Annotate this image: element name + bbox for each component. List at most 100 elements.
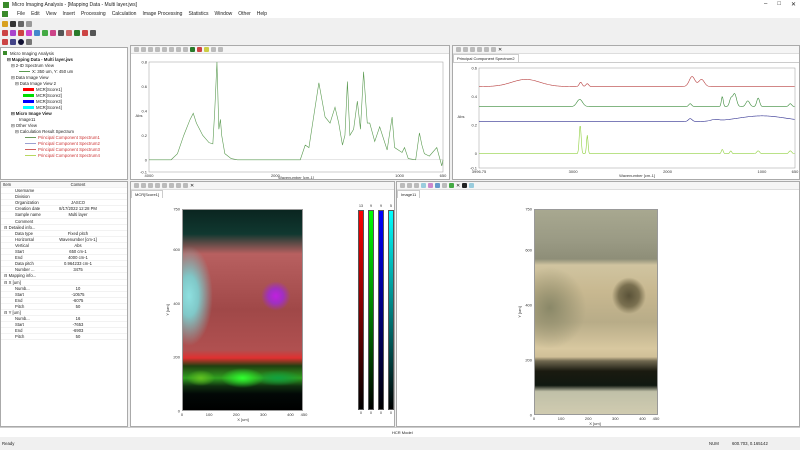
tool-icon[interactable] <box>463 47 468 52</box>
menu-window[interactable]: Window <box>214 11 232 17</box>
zoom-icon[interactable] <box>442 183 447 188</box>
peak-icon[interactable] <box>66 29 72 36</box>
tool-icon[interactable] <box>134 47 139 52</box>
window-icon[interactable] <box>26 38 32 45</box>
grid-icon[interactable] <box>10 38 16 45</box>
process-icon[interactable] <box>2 29 8 36</box>
menu-edit[interactable]: Edit <box>31 11 40 17</box>
tool-icon[interactable] <box>470 47 475 52</box>
property-value: Multi layer <box>68 212 88 218</box>
tool-icon[interactable] <box>462 183 468 188</box>
menu-insert[interactable]: Insert <box>62 11 75 17</box>
property-row[interactable]: Pitch 50 <box>1 334 127 341</box>
menu-view[interactable]: View <box>46 11 57 17</box>
map-toolbar: ✕ <box>131 182 394 190</box>
peak-icon[interactable] <box>74 29 80 36</box>
close-icon[interactable]: ✕ <box>190 183 194 189</box>
tool-icon[interactable] <box>169 183 174 188</box>
property-value <box>53 280 103 285</box>
info-icon[interactable] <box>18 38 24 45</box>
ref-icon[interactable] <box>90 29 96 36</box>
pc-plot[interactable]: 0.60.40.20-0.13996.75 3000 2000 1000 650AbsW… <box>453 62 799 178</box>
tool-icon[interactable] <box>134 183 139 188</box>
tool-icon[interactable] <box>162 47 167 52</box>
tool-icon[interactable] <box>148 47 153 52</box>
zoom-icon[interactable] <box>176 183 181 188</box>
tool-icon[interactable] <box>407 183 412 188</box>
tool-icon[interactable] <box>141 47 146 52</box>
property-value <box>53 188 103 193</box>
tool-icon[interactable] <box>400 183 405 188</box>
tab-map[interactable]: MCR[Score1] <box>131 190 164 198</box>
tool-icon[interactable] <box>428 183 433 188</box>
property-value: 8/17/2022 12:28 PM <box>59 206 97 212</box>
tool-icon[interactable] <box>162 183 167 188</box>
save-icon[interactable] <box>10 20 16 27</box>
undo-icon[interactable] <box>218 47 223 52</box>
tool-icon[interactable] <box>155 47 160 52</box>
tool-icon[interactable] <box>477 47 482 52</box>
tab-pc-spectrum[interactable]: Principal Component Spectrum2 <box>453 54 519 62</box>
tool-icon[interactable] <box>183 183 188 188</box>
y-tick-label: 400 <box>173 301 180 306</box>
menu-help[interactable]: Help <box>257 11 267 17</box>
tool-icon[interactable] <box>469 183 475 188</box>
tool-icon[interactable] <box>414 183 419 188</box>
x-tick-label: 3996.75 <box>472 169 487 174</box>
close-tab-icon[interactable]: ✕ <box>498 47 502 53</box>
move-icon[interactable] <box>211 47 216 52</box>
process-icon[interactable] <box>18 29 24 36</box>
tree-component-4[interactable]: Principal Component Spectrum4 <box>3 153 125 159</box>
peak-icon[interactable] <box>204 47 209 52</box>
x-tick-label: 2000 <box>663 169 673 174</box>
menu-other[interactable]: Other <box>238 11 251 17</box>
tool-icon[interactable] <box>169 47 174 52</box>
menu-calculation[interactable]: Calculation <box>112 11 137 17</box>
spectrum-plot[interactable]: 0.80.60.40.20-0.14000 2000 1000 650AbsWaven… <box>131 54 449 181</box>
colorbar-min-label: 0 <box>380 411 382 415</box>
close-button[interactable]: ✕ <box>791 1 796 8</box>
process-icon[interactable] <box>50 29 56 36</box>
tool-icon[interactable] <box>491 47 496 52</box>
zoom-icon[interactable] <box>176 47 181 52</box>
preview-icon[interactable] <box>26 20 32 27</box>
x-tick-label: 4000 <box>145 173 155 178</box>
process-icon[interactable] <box>34 29 40 36</box>
peak-icon[interactable] <box>197 47 202 52</box>
maximize-button[interactable]: □ <box>777 1 781 8</box>
menu-image-processing[interactable]: Image Processing <box>142 11 182 17</box>
property-key: Data type <box>15 230 33 236</box>
peak-icon[interactable] <box>82 29 88 36</box>
tool-icon[interactable] <box>141 183 146 188</box>
menu-processing[interactable]: Processing <box>81 11 106 17</box>
property-key: ⊟ X [um] <box>4 279 21 285</box>
close-icon[interactable]: ✕ <box>456 183 460 189</box>
process-icon[interactable] <box>10 29 16 36</box>
zoom-icon[interactable] <box>484 47 489 52</box>
property-value: -10575 <box>71 291 85 297</box>
layout-icon[interactable] <box>2 38 8 45</box>
colorbar-max-label: 9 <box>380 204 382 208</box>
minimize-button[interactable]: – <box>764 1 767 8</box>
process-icon[interactable] <box>42 29 48 36</box>
y-tick-label: 200 <box>525 358 532 363</box>
peak-icon[interactable] <box>190 47 195 52</box>
tool-icon[interactable] <box>183 47 188 52</box>
tab-image[interactable]: Image11 <box>397 190 421 198</box>
process-icon[interactable] <box>26 29 32 36</box>
tool-icon[interactable] <box>148 183 153 188</box>
tool-icon[interactable] <box>449 183 454 188</box>
y-tick-label: 750 <box>525 207 532 212</box>
process-icon[interactable] <box>58 29 64 36</box>
menu-statistics[interactable]: Statistics <box>188 11 208 17</box>
property-key: End <box>15 328 23 334</box>
tool-icon[interactable] <box>421 183 426 188</box>
open-icon[interactable] <box>2 20 8 27</box>
pc-toolbar: ✕ <box>453 46 799 54</box>
x-tick-label: 650 <box>792 169 799 174</box>
tool-icon[interactable] <box>456 47 461 52</box>
tool-icon[interactable] <box>155 183 160 188</box>
print-icon[interactable] <box>18 20 24 27</box>
tool-icon[interactable] <box>435 183 440 188</box>
menu-file[interactable]: File <box>17 11 25 17</box>
